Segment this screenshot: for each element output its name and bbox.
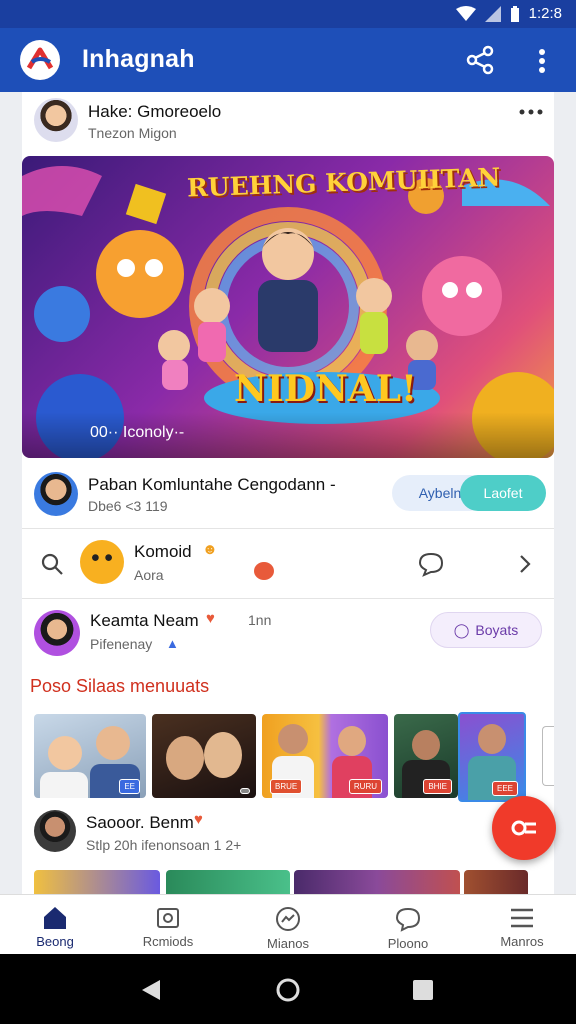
verified-icon: ▲ bbox=[166, 636, 179, 651]
home-circle-icon[interactable] bbox=[275, 977, 301, 1003]
status-time: 1:2:8 bbox=[528, 5, 562, 22]
photo-thumb[interactable] bbox=[294, 870, 460, 894]
heart-emoji-icon: ♥ bbox=[194, 811, 203, 828]
menu-icon bbox=[511, 908, 533, 928]
thumb-badge: RURU bbox=[348, 779, 382, 794]
recents-icon[interactable] bbox=[412, 979, 434, 1001]
divider bbox=[22, 528, 554, 529]
thumb-badge bbox=[240, 788, 250, 794]
photo-thumb[interactable] bbox=[152, 714, 256, 798]
chevron-right-icon[interactable] bbox=[518, 554, 532, 574]
system-nav-bar bbox=[0, 954, 576, 1024]
link-icon bbox=[511, 820, 536, 836]
member-name[interactable]: Keamta Neam bbox=[90, 611, 199, 631]
signal-icon bbox=[484, 5, 501, 22]
member-meta: Pifenenay bbox=[90, 636, 153, 652]
banner-subtitle: NIDNAL! bbox=[234, 368, 417, 410]
thumb-badge: EEE bbox=[491, 781, 518, 796]
comment-row[interactable]: Komoid ☻ Aora bbox=[22, 532, 554, 594]
nav-label: Ploono bbox=[387, 936, 429, 951]
photo-thumb[interactable] bbox=[34, 870, 160, 894]
smile-emoji-icon: ☻ bbox=[202, 541, 218, 558]
status-bar: 1:2:8 bbox=[0, 0, 576, 28]
messenger-icon bbox=[276, 907, 300, 931]
nav-chat[interactable]: Ploono bbox=[358, 895, 458, 955]
photo-thumb[interactable]: BRUE RURU bbox=[262, 714, 388, 798]
community-primary-button[interactable]: Laofet bbox=[460, 475, 546, 511]
follow-button-label: Boyats bbox=[475, 622, 519, 638]
nav-label: Beong bbox=[36, 934, 74, 949]
post-banner-image[interactable]: RUEHNG KOMUIITAN NIDNAL! 00·· Iconoly·- bbox=[22, 156, 554, 458]
thumb-badge: BHIE bbox=[423, 779, 452, 794]
section-title: Poso Silaas menuuats bbox=[30, 676, 210, 696]
photo-thumb[interactable] bbox=[166, 870, 290, 894]
fab-button[interactable] bbox=[492, 796, 556, 860]
author-subtitle: Tnezon Migon bbox=[88, 125, 177, 141]
photo-thumb[interactable]: EEE bbox=[458, 712, 526, 802]
more-horizontal-icon[interactable] bbox=[518, 106, 544, 118]
comment-name[interactable]: Komoid bbox=[134, 542, 192, 562]
community-meta: Dbe6 <3 119 bbox=[88, 498, 168, 514]
chat-icon bbox=[395, 907, 421, 932]
back-icon[interactable] bbox=[140, 978, 162, 1002]
app-bar: Inhagnah bbox=[0, 28, 576, 92]
nav-label: Mianos bbox=[267, 936, 309, 951]
wifi-icon bbox=[455, 5, 476, 21]
member-row[interactable]: Keamta Neam ♥ 1nn Pifenenay ▲ ◯ Boyats bbox=[22, 604, 554, 662]
post2-avatar[interactable] bbox=[34, 810, 76, 852]
emoji-avatar[interactable] bbox=[80, 540, 124, 584]
nav-messenger[interactable]: Mianos bbox=[238, 895, 338, 955]
author-name[interactable]: Hake: Gmoreoelo bbox=[88, 102, 221, 122]
member-avatar[interactable] bbox=[34, 610, 80, 656]
home-icon bbox=[44, 907, 66, 929]
follow-button[interactable]: ◯ Boyats bbox=[430, 612, 542, 648]
post2-author[interactable]: Saooor. Benm bbox=[86, 813, 194, 833]
nav-records[interactable]: Rcmiods bbox=[118, 895, 218, 955]
post2-meta: Stlp 20h ifenonsoan 1 2+ bbox=[86, 837, 242, 853]
app-title: Inhagnah bbox=[82, 45, 195, 73]
photo-thumb[interactable] bbox=[464, 870, 528, 894]
heart-emoji-icon: ♥ bbox=[206, 610, 215, 627]
photo-frame-icon bbox=[157, 908, 179, 928]
thumb-badge: BRUE bbox=[270, 779, 303, 794]
comment-meta: Aora bbox=[134, 567, 164, 583]
comment-icon[interactable] bbox=[418, 551, 444, 577]
thumb-badge: EE bbox=[119, 779, 140, 794]
battery-icon bbox=[510, 5, 519, 22]
reaction-emoji-icon bbox=[254, 562, 274, 580]
divider bbox=[22, 598, 554, 599]
thumb-scroll-edge bbox=[542, 726, 554, 786]
photo-thumb[interactable]: BHIE bbox=[394, 714, 458, 798]
community-name[interactable]: Paban Komluntahe Cengodann - bbox=[88, 475, 336, 495]
app-logo bbox=[20, 40, 60, 80]
banner-caption: 00·· Iconoly·- bbox=[22, 412, 554, 458]
more-vertical-icon[interactable] bbox=[530, 46, 554, 76]
bottom-nav: Beong Rcmiods Mianos Ploono Manros bbox=[0, 894, 576, 954]
feed[interactable]: Hake: Gmoreoelo Tnezon Migon RUEHNG KOMU… bbox=[22, 92, 554, 894]
post2-header[interactable]: Saooor. Benm ♥ Stlp 20h ifenonsoan 1 2+ bbox=[22, 804, 554, 862]
community-row[interactable]: Paban Komluntahe Cengodann - Dbe6 <3 119… bbox=[22, 464, 554, 522]
bookmark-icon: ◯ bbox=[453, 621, 470, 638]
community-avatar[interactable] bbox=[34, 472, 78, 516]
author-avatar[interactable] bbox=[34, 98, 78, 142]
photo-thumb[interactable]: EE bbox=[34, 714, 146, 798]
nav-menu[interactable]: Manros bbox=[472, 895, 572, 955]
nav-home[interactable]: Beong bbox=[5, 895, 105, 955]
share-icon[interactable] bbox=[464, 45, 498, 75]
post-header: Hake: Gmoreoelo Tnezon Migon bbox=[22, 92, 554, 152]
nav-label: Manros bbox=[500, 934, 544, 949]
member-time: 1nn bbox=[248, 612, 272, 628]
search-icon[interactable] bbox=[40, 552, 64, 576]
nav-label: Rcmiods bbox=[142, 934, 194, 949]
